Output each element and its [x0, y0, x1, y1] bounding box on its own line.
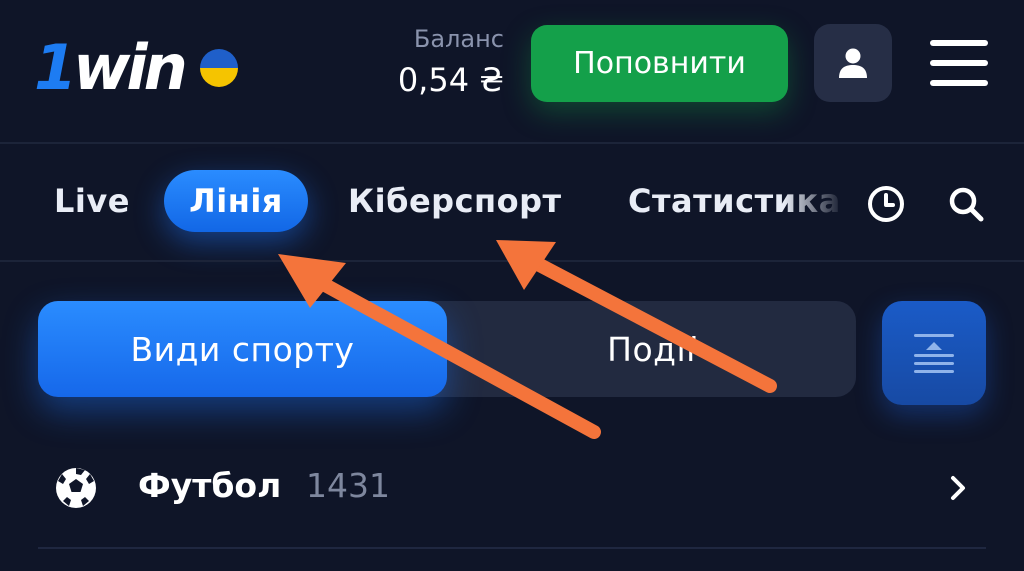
history-button[interactable]	[866, 184, 906, 224]
list-divider	[38, 547, 986, 549]
chevron-right-icon	[951, 476, 965, 500]
logo-one: 1	[34, 31, 77, 104]
menu-button[interactable]	[930, 38, 988, 88]
hamburger-menu-icon	[930, 40, 988, 86]
profile-button[interactable]	[814, 24, 892, 102]
search-button[interactable]	[946, 184, 986, 224]
logo-wordmark: 1win	[34, 37, 188, 99]
balance-value: 0,54 ₴	[397, 61, 504, 99]
segment-events[interactable]: Події	[447, 301, 856, 397]
tab-live[interactable]: Live	[54, 170, 130, 232]
view-switcher: Види спорту Події	[38, 301, 856, 397]
deposit-button[interactable]: Поповнити	[531, 25, 788, 102]
tab-esports[interactable]: Кіберспорт	[348, 170, 562, 232]
collapse-icon	[914, 334, 954, 373]
list-item[interactable]: Футбол 1431	[38, 446, 986, 528]
soccer-ball-icon	[56, 468, 96, 508]
collapse-all-button[interactable]	[882, 301, 986, 405]
brand-logo[interactable]: 1win	[34, 28, 238, 108]
sport-tabs: Live Лінія Кіберспорт Статистика	[0, 144, 1024, 260]
segment-sport-types[interactable]: Види спорту	[38, 301, 447, 397]
clock-icon	[868, 186, 904, 222]
search-icon	[949, 187, 984, 222]
tab-statistics[interactable]: Статистика	[628, 170, 844, 232]
top-header: 1win Баланс 0,54 ₴ Поповнити	[0, 0, 1024, 142]
balance-label: Баланс	[413, 25, 504, 53]
logo-win: win	[73, 31, 188, 104]
tab-line[interactable]: Лінія	[164, 170, 308, 232]
tabs-divider	[0, 260, 1024, 262]
app-screen: 1win Баланс 0,54 ₴ Поповнити Live Лінія …	[0, 0, 1024, 571]
ukraine-flag-icon	[199, 49, 238, 87]
sport-event-count: 1431	[306, 466, 390, 505]
sport-name: Футбол	[138, 466, 282, 505]
balance-block[interactable]: Баланс 0,54 ₴	[398, 24, 504, 102]
flag-bottom-stripe	[199, 68, 238, 87]
flag-top-stripe	[199, 49, 238, 68]
user-icon	[839, 48, 867, 78]
